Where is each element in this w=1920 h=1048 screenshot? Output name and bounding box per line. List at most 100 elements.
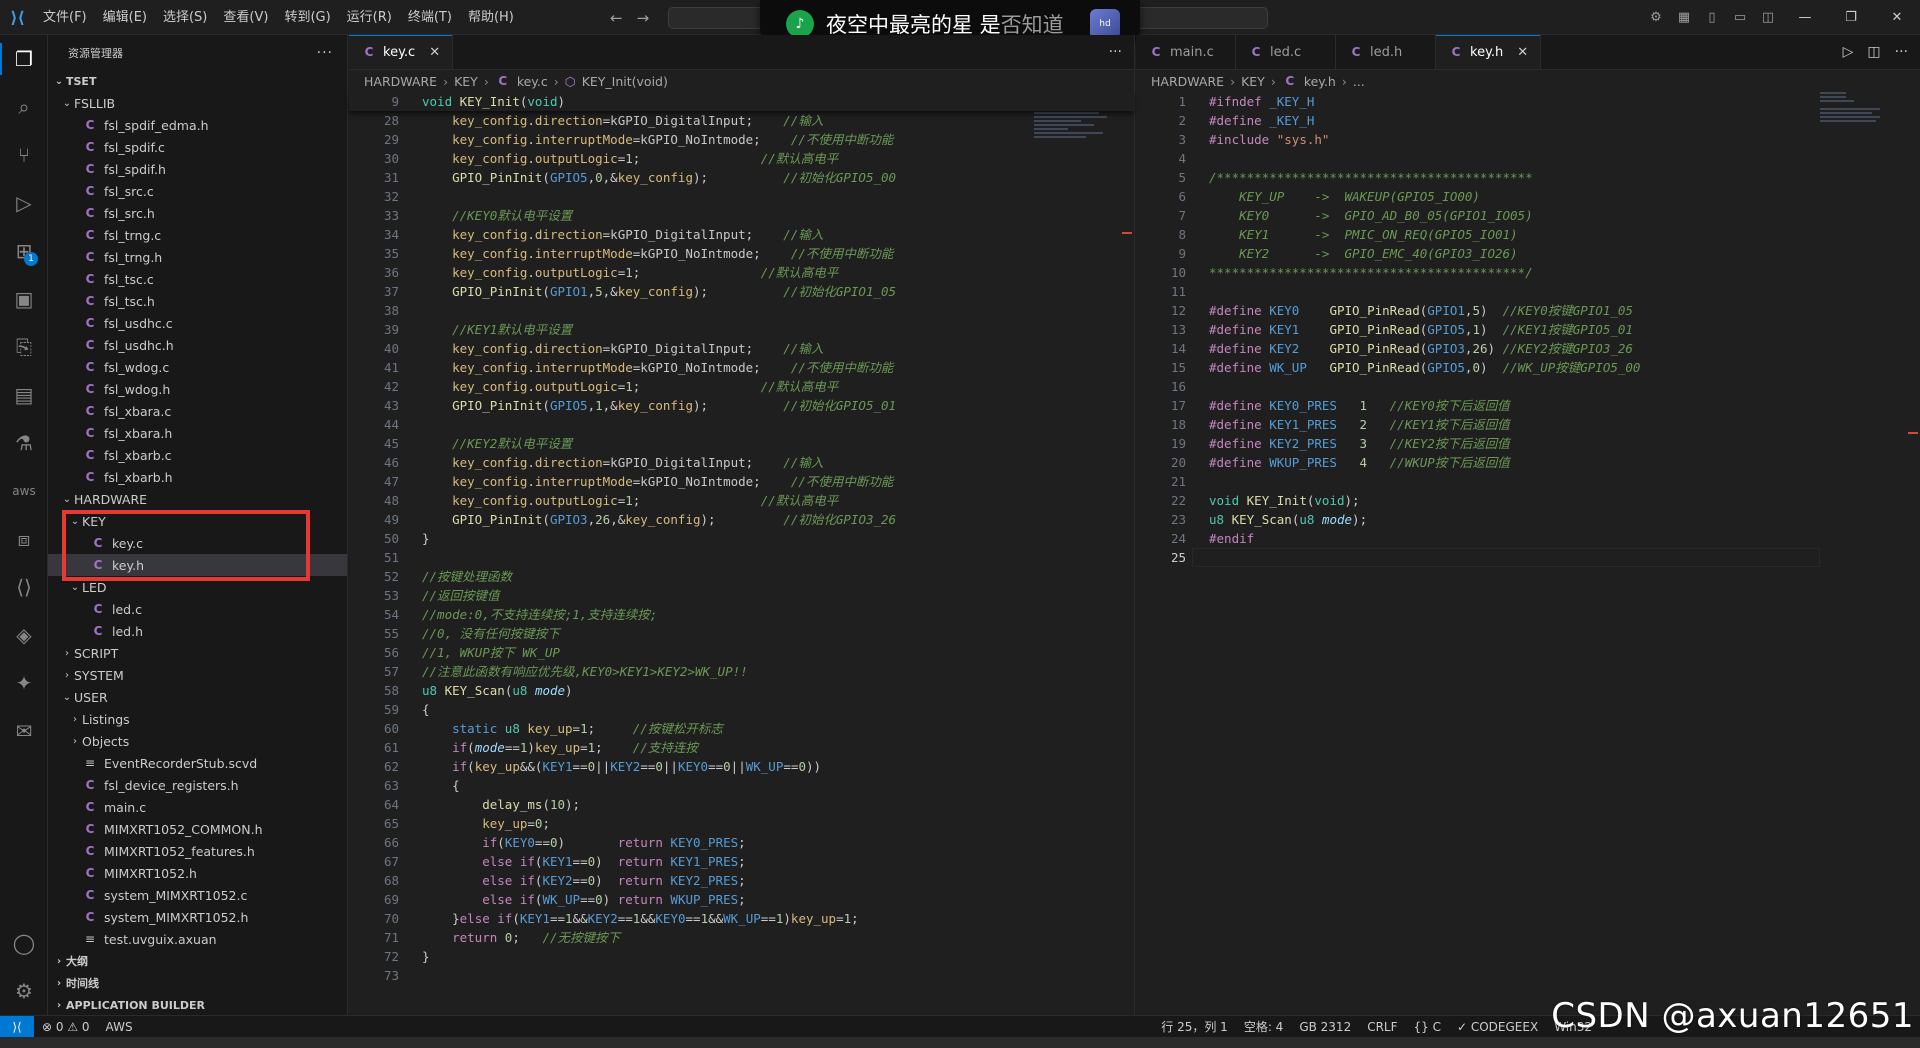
run-icon[interactable]: ▷ [1843,44,1854,60]
file-item[interactable]: C MIMXRT1052_features.h [48,840,347,862]
file-item[interactable]: ≡ EventRecorderStub.scvd [48,752,347,774]
code-line[interactable]: 55 //0, 没有任何按键按下 [349,624,1134,643]
more-actions-icon[interactable]: ··· [317,45,333,61]
testing-icon[interactable]: ⚗ [0,419,48,467]
file-item[interactable]: Csystem_MIMXRT1052.h [48,906,347,928]
code-line[interactable]: 12 #define KEY0 GPIO_PinRead(GPIO1,5) //K… [1136,301,1920,320]
code-line[interactable]: 13 #define KEY1 GPIO_PinRead(GPIO5,1) //K… [1136,320,1920,339]
sidebar-section[interactable]: › APPLICATION BUILDER [48,994,347,1016]
file-item[interactable]: Cmain.c [48,796,347,818]
tab-main-c[interactable]: Cmain.c [1136,35,1236,69]
code-line[interactable]: 63 { [349,776,1134,795]
account-icon[interactable]: ◯ [0,919,48,967]
breadcrumb-item[interactable]: key.h [1304,74,1336,89]
breadcrumb-item[interactable]: HARDWARE [1151,74,1224,89]
code-line[interactable]: 47 key_config.interruptMode=kGPIO_NoIntm… [349,472,1134,491]
code-line[interactable]: 61 if(mode==1)key_up=1; //支持连按 [349,738,1134,757]
minimize-icon[interactable]: — [1782,10,1828,25]
toggle-secondary-sidebar-icon[interactable]: ◫ [1754,10,1782,25]
remote-explorer-icon[interactable]: ▣ [0,275,48,323]
code-line[interactable]: 21 [1136,472,1920,491]
code-line[interactable]: 59 { [349,700,1134,719]
menu-item[interactable]: 运行(R) [339,0,400,35]
code-line[interactable]: 20 #define WKUP_PRES 4 //WKUP按下后返回值 [1136,453,1920,472]
extensions-icon[interactable]: ⊞ 1 [0,227,48,275]
code-line[interactable]: 5 /**************************************… [1136,168,1920,187]
chip-icon[interactable]: ⧈ [0,515,48,563]
code-line[interactable]: 45 //KEY2默认电平设置 [349,434,1134,453]
forward-arrow-icon[interactable]: → [637,9,650,27]
codegeex-status[interactable]: ✓ CODEGEEX [1449,1020,1546,1034]
file-item[interactable]: Cfsl_spdif.h [48,158,347,180]
cursor-position[interactable]: 行 25，列 1 [1153,1018,1236,1035]
code-line[interactable]: 32 [349,187,1134,206]
folder-icon[interactable]: ▤ [0,371,48,419]
close-tab-icon[interactable]: ✕ [415,45,440,60]
file-item[interactable]: Cfsl_trng.h [48,246,347,268]
code-line[interactable]: 67 else if(KEY1==0) return KEY1_PRES; [349,852,1134,871]
scrollbar-right[interactable] [1906,92,1920,992]
code-line[interactable]: 25 [1136,548,1920,567]
code-line[interactable]: 7 KEY0 -> GPIO_AD_B0_05(GPIO1_IO05) [1136,206,1920,225]
file-item[interactable]: Cfsl_usdhc.c [48,312,347,334]
folder-item[interactable]: ⌄ LED [48,576,347,598]
code-line[interactable]: 11 [1136,282,1920,301]
code-line[interactable]: 49 GPIO_PinInit(GPIO3,26,&key_config); /… [349,510,1134,529]
folder-item[interactable]: ⌄ FSLLIB [48,92,347,114]
file-item[interactable]: Cfsl_tsc.h [48,290,347,312]
code-line[interactable]: 6 KEY_UP -> WAKEUP(GPIO5_IO00) [1136,187,1920,206]
code-line[interactable]: 29 key_config.interruptMode=kGPIO_NoIntm… [349,130,1134,149]
folder-item[interactable]: › SCRIPT [48,642,347,664]
code-line[interactable]: 24 #endif [1136,529,1920,548]
code-line[interactable]: 70 }else if(KEY1==1&&KEY2==1&&KEY0==1&&W… [349,909,1134,928]
code-line[interactable]: 43 GPIO_PinInit(GPIO5,1,&key_config); //… [349,396,1134,415]
breadcrumb-item[interactable]: key.c [517,74,548,89]
code-line[interactable]: 8 KEY1 -> PMIC_ON_REQ(GPIO5_IO01) [1136,225,1920,244]
code-line[interactable]: 48 key_config.outputLogic=1; //默认高电平 [349,491,1134,510]
menu-item[interactable]: 编辑(E) [95,0,155,35]
code-editor-left[interactable]: 9 void KEY_Init(void) 28 key_config.direct… [349,92,1134,985]
menu-item[interactable]: 文件(F) [35,0,95,35]
aws-status[interactable]: AWS [98,1020,141,1034]
folder-item[interactable]: ⌄ USER [48,686,347,708]
code-line[interactable]: 35 key_config.interruptMode=kGPIO_NoIntm… [349,244,1134,263]
code-line[interactable]: 62 if(key_up&&(KEY1==0||KEY2==0||KEY0==0… [349,757,1134,776]
file-item[interactable]: Cfsl_src.h [48,202,347,224]
code-line[interactable]: 4 [1136,149,1920,168]
split-editor-icon[interactable]: ◫ [1867,44,1880,60]
bookmark-icon[interactable]: ⎘ [0,323,48,371]
manage-gear-icon[interactable]: ⚙ [0,967,48,1015]
file-item[interactable]: Cfsl_xbara.h [48,422,347,444]
code-line[interactable]: 36 key_config.outputLogic=1; //默认高电平 [349,263,1134,282]
file-item[interactable]: Cfsl_wdog.c [48,356,347,378]
code-line[interactable]: 23 u8 KEY_Scan(u8 mode); [1136,510,1920,529]
file-item[interactable]: C MIMXRT1052_COMMON.h [48,818,347,840]
source-control-icon[interactable]: ⑂ [0,131,48,179]
code-line[interactable]: 71 return 0; //无按键按下 [349,928,1134,947]
file-item[interactable]: Cfsl_xbara.c [48,400,347,422]
file-item[interactable]: Cfsl_device_registers.h [48,774,347,796]
file-item[interactable]: Ckey.h [48,554,347,576]
breadcrumb-item[interactable]: KEY [1241,74,1265,89]
indentation[interactable]: 空格: 4 [1236,1018,1292,1035]
code-line[interactable]: 9 KEY2 -> GPIO_EMC_40(GPIO3_IO26) [1136,244,1920,263]
file-item[interactable]: Cfsl_spdif_edma.h [48,114,347,136]
code-line[interactable]: 19 #define KEY2_PRES 3 //KEY2按下后返回值 [1136,434,1920,453]
folder-item[interactable]: ⌄ KEY [48,510,347,532]
code-line[interactable]: 56 //1, WKUP按下 WK_UP [349,643,1134,662]
file-item[interactable]: Cfsl_xbarb.h [48,466,347,488]
file-item[interactable]: Csystem_MIMXRT1052.c [48,884,347,906]
code-line[interactable]: 58 u8 KEY_Scan(u8 mode) [349,681,1134,700]
more-actions-icon[interactable]: ··· [1895,44,1908,60]
menu-item[interactable]: 帮助(H) [460,0,522,35]
code-line[interactable]: 42 key_config.outputLogic=1; //默认高电平 [349,377,1134,396]
file-item[interactable]: Ckey.c [48,532,347,554]
layout-customize-icon[interactable]: ▦ [1670,10,1698,25]
code-line[interactable]: 37 GPIO_PinInit(GPIO1,5,&key_config); //… [349,282,1134,301]
file-item[interactable]: Cfsl_usdhc.h [48,334,347,356]
run-debug-icon[interactable]: ▷ [0,179,48,227]
file-item[interactable]: Cfsl_src.c [48,180,347,202]
more-actions-icon[interactable]: ··· [1109,44,1122,60]
tab-key-h[interactable]: Ckey.h ✕ [1436,35,1542,69]
code-line[interactable]: 22 void KEY_Init(void); [1136,491,1920,510]
